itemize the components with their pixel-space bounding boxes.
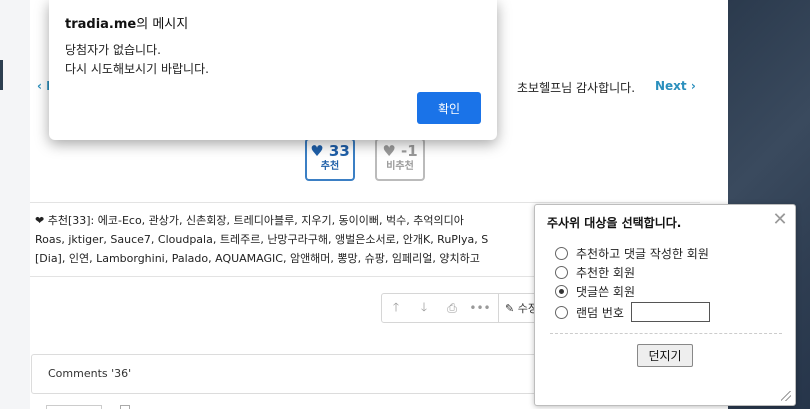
alert-title-suffix: 의 메시지 — [136, 17, 189, 32]
upvote-label: 추천 — [320, 161, 340, 172]
alert-message-line: 다시 시도해보시기 바랍니다. — [65, 62, 209, 76]
pencil-icon: ✎ — [505, 301, 515, 315]
alert-message-line: 당첨자가 없습니다. — [65, 43, 161, 57]
left-gutter — [0, 0, 30, 409]
upvote-button[interactable]: ♥ 33 추천 — [305, 138, 355, 181]
post-toolbar: 🡑 🡓 ⎙ ••• ✎ 수정 — [381, 293, 541, 323]
comments-label: Comments '36' — [48, 367, 132, 380]
downvote-count: -1 — [401, 142, 418, 160]
dice-target-popup: 주사위 대상을 선택합니다. ✕ 추천하고 댓글 작성한 회원 추천한 회원 댓… — [534, 204, 796, 406]
edit-button[interactable]: ✎ 수정 — [498, 294, 538, 322]
comment-input-edge[interactable] — [46, 405, 102, 409]
option-random-number[interactable]: 랜덤 번호 — [555, 302, 710, 322]
throw-button[interactable]: 던지기 — [637, 344, 693, 367]
heart-icon: ♥ — [310, 142, 324, 160]
dice-title: 주사위 대상을 선택합니다. — [547, 216, 682, 230]
radio-button[interactable] — [555, 305, 568, 319]
print-icon[interactable]: ⎙ — [438, 294, 466, 322]
alert-title: tradia.me의 메시지 — [65, 13, 188, 32]
alert-ok-button[interactable]: 확인 — [417, 92, 481, 124]
option-label: 추천하고 댓글 작성한 회원 — [576, 247, 709, 261]
downvote-label: 비추천 — [386, 161, 414, 172]
arrow-down-icon[interactable]: 🡓 — [410, 294, 438, 322]
more-icon[interactable]: ••• — [466, 294, 494, 322]
divider — [30, 202, 700, 203]
close-icon[interactable]: ✕ — [770, 209, 790, 230]
radio-button[interactable] — [555, 266, 568, 279]
option-label: 댓글쓴 회원 — [576, 285, 636, 299]
radio-button[interactable] — [555, 247, 568, 260]
arrow-up-icon[interactable]: 🡑 — [382, 294, 410, 322]
option-commenters[interactable]: 댓글쓴 회원 — [555, 283, 635, 300]
recommender-list: ❤ 추천[33]: 에코-Eco, 관상가, 신촌회장, 트레디아블루, 지우기… — [35, 211, 535, 268]
downvote-button[interactable]: ♥ -1 비추천 — [375, 138, 425, 181]
alert-dialog: tradia.me의 메시지 당첨자가 없습니다. 다시 시도해보시기 바랍니다… — [49, 0, 497, 140]
next-link[interactable]: Next › — [655, 79, 696, 93]
recommender-line: Roas, jktiger, Sauce7, Cloudpala, 트레주르, … — [35, 233, 489, 246]
radio-button-selected[interactable] — [555, 285, 568, 298]
alert-message: 당첨자가 없습니다. 다시 시도해보시기 바랍니다. — [65, 41, 209, 79]
option-label: 추천한 회원 — [576, 266, 636, 280]
upvote-count: 33 — [328, 142, 350, 160]
alert-site: tradia.me — [65, 17, 137, 32]
option-recommended[interactable]: 추천한 회원 — [555, 264, 635, 281]
checkbox-edge[interactable] — [120, 405, 130, 409]
random-number-input[interactable] — [630, 302, 710, 322]
resize-grip-icon[interactable] — [781, 391, 791, 401]
recommender-line: ❤ 추천[33]: 에코-Eco, 관상가, 신촌회장, 트레디아블루, 지우기… — [35, 214, 464, 227]
thanks-text: 초보헬프님 감사합니다. — [517, 81, 636, 95]
option-label: 랜덤 번호 — [576, 305, 624, 320]
comments-header[interactable]: Comments '36' — [31, 354, 541, 394]
divider — [550, 333, 782, 334]
option-recommend-and-comment[interactable]: 추천하고 댓글 작성한 회원 — [555, 245, 709, 262]
recommender-line: [Dia], 인연, Lamborghini, Palado, AQUAMAGI… — [35, 252, 480, 265]
heart-outline-icon: ♥ — [382, 142, 396, 160]
left-accent-bar — [0, 60, 3, 90]
